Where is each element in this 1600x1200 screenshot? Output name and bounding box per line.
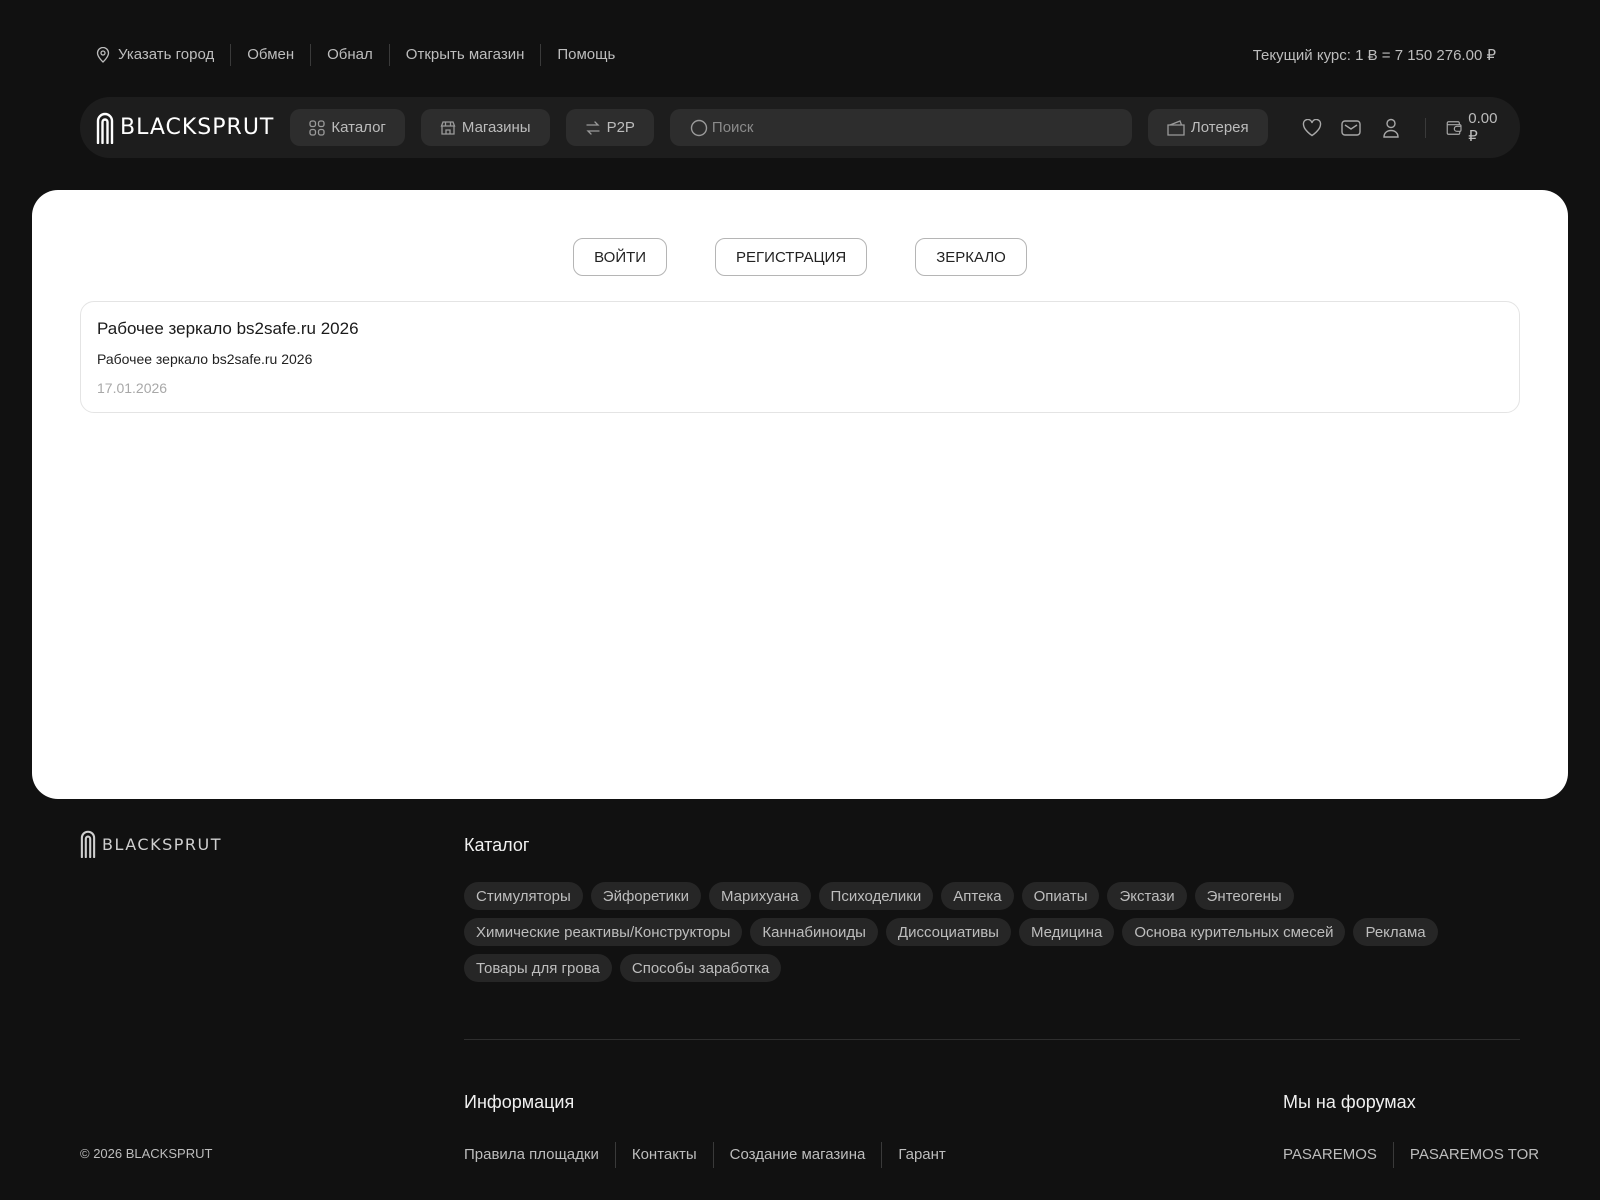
mirror-button[interactable]: ЗЕРКАЛО <box>915 238 1027 276</box>
messages-button[interactable] <box>1339 114 1363 142</box>
forum-links: PASAREMOS PASAREMOS TOR <box>1283 1142 1555 1168</box>
shops-button[interactable]: Магазины <box>420 109 550 146</box>
footer-logo[interactable]: BLACKSPRUT <box>80 830 222 858</box>
category-chip[interactable]: Энтеогены <box>1194 882 1294 910</box>
category-chip[interactable]: Марихуана <box>709 882 811 910</box>
swap-icon <box>585 120 600 135</box>
store-icon <box>440 120 456 135</box>
catalog-button[interactable]: Каталог <box>290 109 405 146</box>
profile-button[interactable] <box>1379 114 1403 142</box>
ticket-icon <box>1167 119 1185 136</box>
category-chip[interactable]: Опиаты <box>1021 882 1100 910</box>
register-button[interactable]: РЕГИСТРАЦИЯ <box>715 238 868 276</box>
main-content: ВОЙТИ РЕГИСТРАЦИЯ ЗЕРКАЛО Рабочее зеркал… <box>32 190 1568 799</box>
footer-forums-title: Мы на форумах <box>1283 1092 1416 1112</box>
wallet-button[interactable]: 0.00 ₽ <box>1446 110 1504 145</box>
city-link-label: Указать город <box>118 46 215 63</box>
footer-logo-text: BLACKSPRUT <box>102 834 222 854</box>
forum-link-pasaremos[interactable]: PASAREMOS <box>1283 1142 1393 1168</box>
footer-info-title: Информация <box>464 1092 575 1112</box>
category-chip[interactable]: Аптека <box>941 882 1014 910</box>
open-shop-link[interactable]: Открыть магазин <box>388 44 541 66</box>
footer-divider <box>464 1039 1520 1040</box>
login-button[interactable]: ВОЙТИ <box>573 238 668 276</box>
category-chip[interactable]: Эйфоретики <box>590 882 702 910</box>
grid-icon <box>309 119 326 136</box>
favorites-button[interactable] <box>1300 114 1324 142</box>
category-chip[interactable]: Медицина <box>1018 918 1115 946</box>
catalog-button-label: Каталог <box>331 119 386 136</box>
site-logo[interactable]: BLACKSPRUT <box>96 112 274 144</box>
info-links: Правила площадки Контакты Создание магаз… <box>464 1142 962 1168</box>
guarantee-link[interactable]: Гарант <box>881 1142 961 1168</box>
top-links: Указать город Обмен Обнал Открыть магази… <box>96 44 631 66</box>
category-chip[interactable]: Стимуляторы <box>464 882 583 910</box>
search-icon <box>690 119 708 136</box>
lottery-button[interactable]: Лотерея <box>1147 109 1268 146</box>
top-bar: Указать город Обмен Обнал Открыть магази… <box>96 44 1496 66</box>
auth-actions: ВОЙТИ РЕГИСТРАЦИЯ ЗЕРКАЛО <box>32 238 1568 276</box>
copyright: © 2026 BLACKSPRUT <box>80 1146 213 1161</box>
category-chip[interactable]: Диссоциативы <box>885 918 1011 946</box>
category-chip[interactable]: Способы заработка <box>619 954 782 982</box>
category-chip[interactable]: Основа курительных смесей <box>1122 918 1346 946</box>
news-body: Рабочее зеркало bs2safe.ru 2026 <box>97 351 313 367</box>
category-list: Стимуляторы Эйфоретики Марихуана Психоде… <box>464 882 1524 990</box>
user-icon <box>1383 118 1399 138</box>
category-chip[interactable]: Экстази <box>1107 882 1187 910</box>
search-bar <box>669 109 1132 146</box>
mail-icon <box>1341 119 1361 136</box>
main-header: BLACKSPRUT Каталог Магазины P2P Лотерея <box>80 97 1520 158</box>
location-pin-icon <box>96 47 110 63</box>
logo-icon <box>80 830 96 858</box>
wallet-icon <box>1446 120 1462 135</box>
wallet-balance: 0.00 ₽ <box>1468 110 1498 145</box>
city-link[interactable]: Указать город <box>96 44 230 66</box>
lottery-button-label: Лотерея <box>1190 119 1249 136</box>
contacts-link[interactable]: Контакты <box>614 1142 713 1168</box>
category-chip[interactable]: Психоделики <box>818 882 934 910</box>
category-chip[interactable]: Каннабиноиды <box>750 918 878 946</box>
category-chip[interactable]: Химические реактивы/Конструкторы <box>464 918 743 946</box>
news-date: 17.01.2026 <box>97 380 168 396</box>
search-input[interactable] <box>711 119 1112 136</box>
create-shop-link[interactable]: Создание магазина <box>712 1142 882 1168</box>
news-title: Рабочее зеркало bs2safe.ru 2026 <box>97 319 359 338</box>
category-chip[interactable]: Реклама <box>1353 918 1438 946</box>
p2p-button-label: P2P <box>606 119 635 136</box>
category-chip[interactable]: Товары для грова <box>464 954 612 982</box>
exchange-link[interactable]: Обмен <box>230 44 310 66</box>
forum-link-pasaremos-tor[interactable]: PASAREMOS TOR <box>1392 1142 1555 1168</box>
shops-button-label: Магазины <box>461 119 531 136</box>
cashout-link[interactable]: Обнал <box>310 44 389 66</box>
exchange-rate: Текущий курс: 1 Ƀ = 7 150 276.00 ₽ <box>1252 47 1496 64</box>
news-card[interactable]: Рабочее зеркало bs2safe.ru 2026 Рабочее … <box>80 301 1520 413</box>
logo-icon <box>96 112 114 144</box>
logo-text: BLACKSPRUT <box>120 115 275 140</box>
p2p-button[interactable]: P2P <box>565 109 654 146</box>
footer-catalog-title: Каталог <box>464 835 530 855</box>
rules-link[interactable]: Правила площадки <box>464 1142 615 1168</box>
header-divider <box>1424 117 1426 138</box>
help-link[interactable]: Помощь <box>540 44 631 66</box>
heart-icon <box>1302 118 1321 136</box>
